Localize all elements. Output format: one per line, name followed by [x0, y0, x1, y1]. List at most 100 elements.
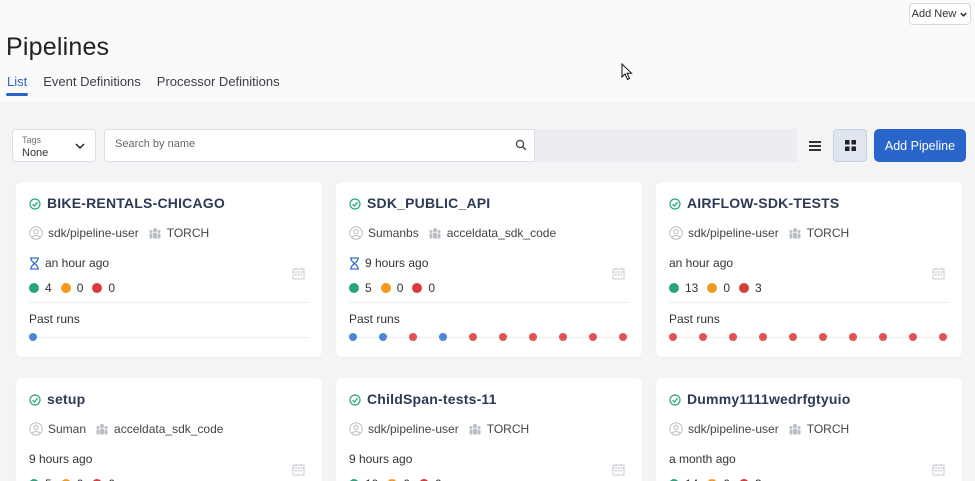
pipeline-name: Dummy1111wedrfgtyuio	[687, 391, 851, 407]
pipeline-card-title[interactable]: BIKE-RENTALS-CHICAGO	[29, 195, 225, 211]
pipeline-time: 9 hours ago	[365, 256, 429, 270]
tab-list[interactable]: List	[5, 74, 29, 96]
tab-processor-definitions[interactable]: Processor Definitions	[157, 74, 280, 94]
pipeline-last-run: 9 hours ago	[29, 452, 92, 466]
run-dot-failed[interactable]	[529, 333, 537, 341]
success-count: 14	[685, 477, 698, 481]
pipeline-last-run: 9 hours ago	[349, 452, 412, 466]
search-input[interactable]	[115, 138, 495, 150]
error-count: 0	[428, 281, 436, 295]
run-dot-success[interactable]	[29, 333, 37, 341]
pipeline-card[interactable]: SDK_PUBLIC_API Sumanbs acceldata_sdk_code 9…	[336, 182, 642, 357]
success-count: 5	[45, 477, 52, 481]
run-dot-success[interactable]	[349, 333, 357, 341]
run-dot-failed[interactable]	[759, 333, 767, 341]
pipeline-time: a month ago	[669, 452, 736, 466]
pipeline-card-title[interactable]: Dummy1111wedrfgtyuio	[669, 391, 851, 407]
pipeline-card[interactable]: BIKE-RENTALS-CHICAGO sdk/pipeline-user TOR…	[16, 182, 322, 357]
pipeline-last-run: an hour ago	[669, 256, 733, 270]
runs-line	[349, 337, 629, 338]
error-count: 3	[755, 281, 762, 295]
pipeline-team: acceldata_sdk_code	[446, 226, 557, 240]
add-new-button[interactable]: Add New	[909, 3, 971, 25]
pipeline-time: an hour ago	[669, 256, 734, 270]
run-dot-failed[interactable]	[619, 333, 627, 341]
toolbar-spacer	[535, 129, 797, 162]
pipeline-last-run: 9 hours ago	[349, 256, 428, 270]
run-dot-failed[interactable]	[469, 333, 477, 341]
pipeline-card-title[interactable]: AIRFLOW-SDK-TESTS	[669, 195, 839, 211]
search-icon[interactable]	[515, 139, 527, 151]
run-dot-failed[interactable]	[409, 333, 417, 341]
team-icon	[428, 226, 442, 240]
add-new-label: Add New	[911, 8, 957, 20]
tab-event-definitions[interactable]: Event Definitions	[43, 74, 141, 94]
tags-value: None	[22, 147, 49, 159]
pipeline-card-title[interactable]: ChildSpan-tests-11	[349, 391, 497, 407]
calendar-icon[interactable]	[932, 267, 945, 280]
run-dot-success[interactable]	[379, 333, 387, 341]
grid-view-toggle[interactable]	[833, 129, 867, 162]
pipeline-card-title[interactable]: SDK_PUBLIC_API	[349, 195, 490, 211]
error-dot	[412, 283, 423, 293]
page-title: Pipelines	[6, 33, 110, 61]
past-runs-label: Past runs	[349, 312, 400, 326]
pipeline-card[interactable]: setup Suman acceldata_sdk_code 9 hours ago 5…	[16, 378, 322, 481]
runs-line	[29, 337, 309, 338]
calendar-icon[interactable]	[612, 267, 625, 280]
run-dot-failed[interactable]	[559, 333, 567, 341]
success-count: 13	[685, 281, 699, 295]
run-counts: 5 0 0	[29, 477, 118, 481]
calendar-icon[interactable]	[612, 463, 625, 476]
hourglass-icon	[29, 256, 40, 270]
success-count: 10	[365, 477, 378, 481]
run-counts: 5 0 0	[349, 281, 438, 295]
divider	[669, 302, 949, 303]
chevron-down-icon	[960, 12, 968, 17]
run-dot-success[interactable]	[439, 333, 447, 341]
user-icon	[669, 226, 683, 240]
success-count: 4	[45, 281, 52, 295]
run-dot-failed[interactable]	[789, 333, 797, 341]
run-dot-failed[interactable]	[849, 333, 857, 341]
run-dot-failed[interactable]	[699, 333, 707, 341]
error-count: 3	[755, 477, 762, 481]
tags-label: Tags	[22, 135, 42, 145]
error-count: 0	[435, 477, 442, 481]
calendar-icon[interactable]	[292, 267, 305, 280]
pipeline-time: 9 hours ago	[29, 452, 93, 466]
run-dot-failed[interactable]	[909, 333, 917, 341]
run-dot-failed[interactable]	[939, 333, 947, 341]
hourglass-icon	[349, 256, 360, 270]
pipeline-card[interactable]: AIRFLOW-SDK-TESTS sdk/pipeline-user TORCH a…	[656, 182, 962, 357]
tags-select[interactable]: Tags None	[12, 129, 96, 162]
pipeline-card[interactable]: ChildSpan-tests-11 sdk/pipeline-user TORCH…	[336, 378, 642, 481]
add-pipeline-button[interactable]: Add Pipeline	[874, 129, 966, 162]
error-count: 0	[108, 477, 115, 481]
run-dot-failed[interactable]	[879, 333, 887, 341]
warning-count: 0	[403, 477, 410, 481]
calendar-icon[interactable]	[292, 463, 305, 476]
check-circle-icon	[669, 393, 681, 406]
chevron-down-icon	[75, 143, 85, 150]
pipeline-card[interactable]: Dummy1111wedrfgtyuio sdk/pipeline-user TOR…	[656, 378, 962, 481]
team-icon	[148, 226, 162, 240]
list-view-toggle[interactable]	[798, 129, 832, 162]
pipeline-team: acceldata_sdk_code	[114, 422, 224, 436]
run-counts: 13 0 3	[669, 281, 765, 295]
run-dot-failed[interactable]	[669, 333, 677, 341]
run-dot-failed[interactable]	[499, 333, 507, 341]
success-dot	[669, 283, 679, 293]
pipeline-card-title[interactable]: setup	[29, 391, 85, 407]
check-circle-icon	[29, 393, 41, 406]
pipeline-time: 9 hours ago	[349, 452, 413, 466]
warning-dot	[380, 283, 391, 293]
success-dot	[29, 283, 39, 293]
warning-count: 0	[76, 281, 84, 295]
user-icon	[29, 226, 43, 240]
run-dot-failed[interactable]	[729, 333, 737, 341]
pipeline-team: TORCH	[486, 422, 530, 436]
run-dot-failed[interactable]	[589, 333, 597, 341]
run-dot-failed[interactable]	[819, 333, 827, 341]
calendar-icon[interactable]	[932, 463, 945, 476]
